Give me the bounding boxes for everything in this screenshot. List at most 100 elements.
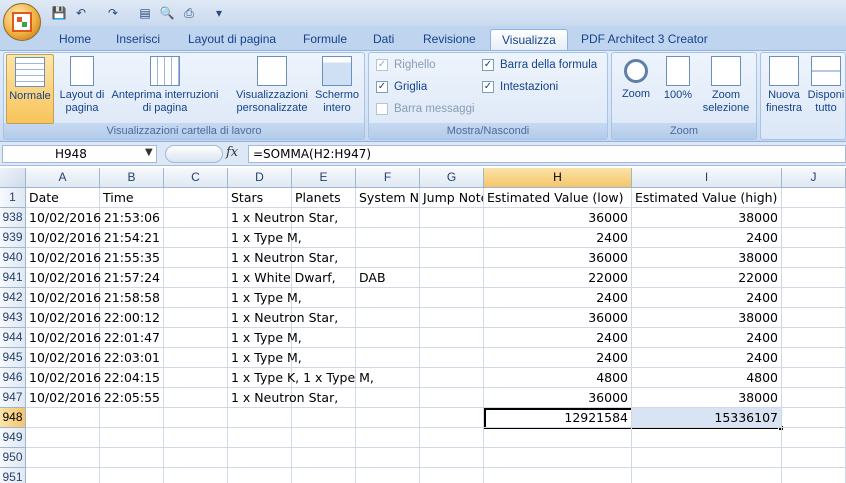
column-title-cell[interactable]: Planets bbox=[292, 188, 356, 208]
table-cell[interactable] bbox=[292, 268, 356, 288]
column-header-c[interactable]: C bbox=[164, 168, 228, 188]
table-cell[interactable]: 1 x White Dwarf, bbox=[228, 268, 336, 288]
column-header-a[interactable]: A bbox=[26, 168, 100, 188]
table-cell[interactable] bbox=[292, 388, 356, 408]
undo-icon[interactable]: ↶ bbox=[72, 4, 90, 22]
tab-dati[interactable]: Dati bbox=[362, 29, 405, 50]
table-cell[interactable] bbox=[292, 288, 356, 308]
tab-revisione[interactable]: Revisione bbox=[412, 29, 487, 50]
tab-home[interactable]: Home bbox=[48, 29, 102, 50]
table-cell[interactable] bbox=[292, 368, 356, 388]
table-cell[interactable]: 38000 bbox=[632, 248, 782, 268]
table-cell[interactable] bbox=[484, 428, 632, 448]
column-header-i[interactable]: I bbox=[632, 168, 782, 188]
table-cell[interactable]: 22000 bbox=[632, 268, 782, 288]
table-cell[interactable]: 1 x Neutron Star, bbox=[228, 308, 338, 328]
table-cell[interactable]: 4800 bbox=[484, 368, 632, 388]
griglia-checkbox[interactable]: ✓ Griglia bbox=[376, 78, 427, 96]
table-cell[interactable] bbox=[164, 468, 228, 483]
row-header[interactable]: 1 bbox=[0, 188, 26, 208]
table-cell[interactable] bbox=[26, 428, 100, 448]
table-cell[interactable]: 36000 bbox=[484, 308, 632, 328]
table-cell[interactable]: 10/02/2016 bbox=[26, 328, 101, 348]
table-cell[interactable] bbox=[420, 268, 484, 288]
table-cell[interactable] bbox=[228, 408, 292, 428]
table-cell[interactable] bbox=[292, 408, 356, 428]
column-title-cell[interactable]: Date bbox=[26, 188, 100, 208]
table-cell[interactable] bbox=[484, 468, 632, 483]
row-header[interactable]: 948 bbox=[0, 408, 26, 428]
table-cell[interactable]: 36000 bbox=[484, 208, 632, 228]
table-cell[interactable] bbox=[356, 208, 420, 228]
table-cell[interactable] bbox=[356, 408, 420, 428]
table-cell[interactable] bbox=[420, 348, 484, 368]
barra-formula-checkbox[interactable]: ✓ Barra della formula bbox=[482, 56, 597, 74]
row-header[interactable]: 939 bbox=[0, 228, 26, 248]
table-cell[interactable] bbox=[420, 408, 484, 428]
table-cell[interactable]: 21:54:21 bbox=[100, 228, 164, 248]
table-cell[interactable] bbox=[420, 208, 484, 228]
barra-messaggi-checkbox[interactable]: Barra messaggi bbox=[376, 100, 475, 118]
table-cell[interactable]: 1 x Type M, bbox=[228, 328, 302, 348]
column-title-cell[interactable]: Estimated Value (high) bbox=[632, 188, 782, 208]
table-cell[interactable] bbox=[292, 468, 356, 483]
table-cell[interactable]: 2400 bbox=[632, 328, 782, 348]
table-cell[interactable]: 22:01:47 bbox=[100, 328, 164, 348]
table-cell[interactable]: 36000 bbox=[484, 248, 632, 268]
table-cell[interactable] bbox=[292, 428, 356, 448]
table-cell[interactable] bbox=[26, 468, 100, 483]
table-cell[interactable]: 22:05:55 bbox=[100, 388, 164, 408]
column-title-cell[interactable]: Estimated Value (low) bbox=[484, 188, 632, 208]
table-cell[interactable] bbox=[420, 288, 484, 308]
print-preview-icon[interactable]: 🔍 bbox=[158, 4, 176, 22]
table-cell[interactable]: DAB bbox=[356, 268, 420, 288]
table-cell[interactable] bbox=[100, 428, 164, 448]
table-cell[interactable] bbox=[782, 388, 846, 408]
table-cell[interactable] bbox=[164, 288, 228, 308]
table-cell[interactable] bbox=[420, 328, 484, 348]
row-header[interactable]: 945 bbox=[0, 348, 26, 368]
row-header[interactable]: 947 bbox=[0, 388, 26, 408]
table-cell[interactable] bbox=[632, 468, 782, 483]
table-cell[interactable]: 10/02/2016 bbox=[26, 268, 101, 288]
table-cell[interactable]: 10/02/2016 bbox=[26, 308, 101, 328]
table-cell[interactable] bbox=[782, 448, 846, 468]
row-header[interactable]: 938 bbox=[0, 208, 26, 228]
table-cell[interactable] bbox=[782, 368, 846, 388]
table-cell[interactable] bbox=[632, 448, 782, 468]
table-cell[interactable]: 10/02/2016 bbox=[26, 208, 101, 228]
table-cell[interactable] bbox=[356, 348, 420, 368]
zoom-selezione-button[interactable]: Zoom selezione bbox=[698, 54, 754, 124]
table-cell[interactable]: 1 x Neutron Star, bbox=[228, 248, 338, 268]
righello-checkbox[interactable]: ✓ Righello bbox=[376, 56, 436, 74]
table-cell[interactable]: 2400 bbox=[632, 288, 782, 308]
table-cell[interactable] bbox=[782, 288, 846, 308]
table-cell[interactable] bbox=[164, 368, 228, 388]
table-cell[interactable] bbox=[782, 228, 846, 248]
table-cell[interactable] bbox=[782, 248, 846, 268]
save-icon[interactable]: 💾 bbox=[50, 4, 68, 22]
table-cell[interactable] bbox=[782, 208, 846, 228]
table-cell[interactable] bbox=[228, 468, 292, 483]
normale-button[interactable]: Normale bbox=[6, 54, 54, 124]
table-cell[interactable]: 10/02/2016 bbox=[26, 228, 101, 248]
table-cell[interactable]: 2400 bbox=[484, 328, 632, 348]
table-cell[interactable] bbox=[484, 448, 632, 468]
anteprima-interruzioni-button[interactable]: Anteprima interruzioni di pagina bbox=[108, 54, 222, 124]
table-cell[interactable]: 22:03:01 bbox=[100, 348, 164, 368]
table-cell[interactable]: 1 x Type M, bbox=[228, 348, 302, 368]
table-cell[interactable] bbox=[420, 228, 484, 248]
table-cell[interactable]: 15336107 bbox=[632, 408, 782, 428]
table-cell[interactable] bbox=[356, 288, 420, 308]
table-cell[interactable] bbox=[356, 228, 420, 248]
table-cell[interactable] bbox=[164, 308, 228, 328]
table-cell[interactable] bbox=[420, 468, 484, 483]
table-cell[interactable] bbox=[164, 448, 228, 468]
table-cell[interactable] bbox=[292, 248, 356, 268]
formula-bar-expand-handle[interactable] bbox=[165, 145, 223, 163]
table-cell[interactable] bbox=[782, 268, 846, 288]
table-cell[interactable] bbox=[356, 248, 420, 268]
table-cell[interactable]: 36000 bbox=[484, 388, 632, 408]
table-cell[interactable] bbox=[356, 328, 420, 348]
row-header[interactable]: 940 bbox=[0, 248, 26, 268]
